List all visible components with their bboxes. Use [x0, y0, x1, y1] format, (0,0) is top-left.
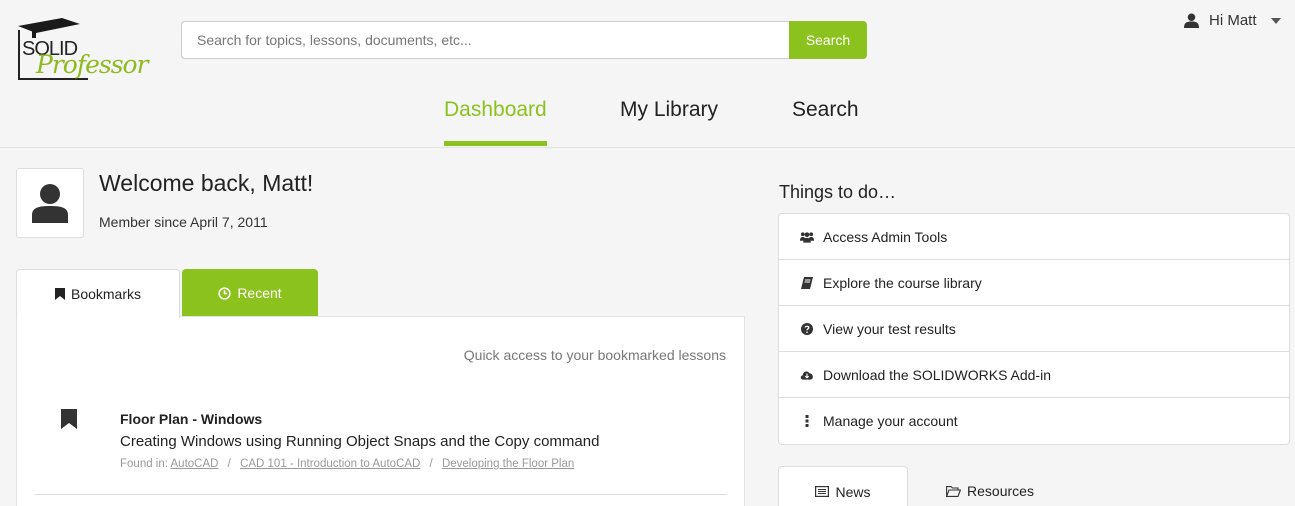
bookmark-title[interactable]: Floor Plan - Windows	[120, 411, 262, 427]
todo-access-admin-tools[interactable]: Access Admin Tools	[779, 214, 1289, 260]
todo-heading: Things to do…	[779, 182, 897, 202]
member-since: Member since April 7, 2011	[99, 214, 268, 230]
tab-resources[interactable]: Resources	[920, 466, 1060, 506]
found-in-label: Found in:	[120, 458, 168, 470]
user-icon	[1184, 13, 1199, 28]
question-circle-icon	[800, 322, 814, 335]
tab-recent-label: Recent	[237, 285, 282, 301]
cloud-download-icon	[800, 369, 814, 380]
tab-news[interactable]: News	[778, 466, 908, 506]
user-menu[interactable]: Hi Matt	[1184, 12, 1281, 29]
user-silhouette-icon	[32, 184, 68, 223]
nav-my-library[interactable]: My Library	[620, 98, 718, 146]
newspaper-icon	[815, 486, 830, 497]
todo-download-addin[interactable]: Download the SOLIDWORKS Add-in	[779, 352, 1289, 398]
divider	[35, 494, 727, 495]
clock-icon	[218, 286, 231, 300]
tab-bookmarks[interactable]: Bookmarks	[16, 269, 180, 318]
vertical-ellipsis-icon	[800, 415, 814, 427]
folder-open-icon	[946, 485, 962, 497]
bookmark-breadcrumb: Found in: AutoCAD / CAD 101 - Introducti…	[120, 458, 574, 470]
todo-list: Access Admin Tools Explore the course li…	[778, 213, 1290, 445]
todo-label: Manage your account	[823, 413, 958, 429]
todo-label: Access Admin Tools	[823, 228, 948, 245]
tab-news-label: News	[835, 483, 871, 500]
breadcrumb-link-course[interactable]: CAD 101 - Introduction to AutoCAD	[240, 458, 420, 470]
todo-explore-library[interactable]: Explore the course library	[779, 260, 1289, 306]
breadcrumb-separator: /	[429, 458, 433, 470]
page-header: SOLID Professor Search Hi Matt Dashboard…	[0, 0, 1295, 148]
breadcrumb-link-chapter[interactable]: Developing the Floor Plan	[442, 458, 574, 470]
users-icon	[800, 231, 814, 243]
main-nav: Dashboard My Library Search	[0, 96, 1295, 148]
todo-label: Explore the course library	[823, 274, 982, 291]
breadcrumb-link-autocad[interactable]: AutoCAD	[171, 458, 219, 470]
breadcrumb-separator: /	[227, 458, 231, 470]
search-bar: Search	[181, 21, 867, 59]
bookmark-icon[interactable]	[61, 409, 77, 429]
todo-label: Download the SOLIDWORKS Add-in	[823, 366, 1051, 383]
tab-resources-label: Resources	[967, 483, 1034, 499]
welcome-heading: Welcome back, Matt!	[99, 170, 314, 196]
search-button[interactable]: Search	[789, 21, 867, 59]
logo-text-professor: Professor	[36, 50, 149, 79]
avatar	[16, 168, 84, 238]
book-icon	[800, 276, 814, 289]
tab-recent[interactable]: Recent	[182, 269, 318, 317]
search-input[interactable]	[181, 21, 789, 59]
bookmark-description: Creating Windows using Running Object Sn…	[120, 433, 600, 450]
todo-manage-account[interactable]: Manage your account	[779, 398, 1289, 444]
tab-bookmarks-label: Bookmarks	[70, 286, 142, 302]
todo-label: View your test results	[823, 320, 956, 337]
user-greeting: Hi Matt	[1209, 12, 1257, 29]
chevron-down-icon	[1270, 17, 1281, 24]
todo-view-test-results[interactable]: View your test results	[779, 306, 1289, 352]
bookmarks-panel: Quick access to your bookmarked lessons …	[16, 316, 745, 506]
nav-dashboard[interactable]: Dashboard	[444, 98, 547, 146]
bookmark-icon	[54, 288, 65, 300]
nav-search[interactable]: Search	[792, 98, 859, 146]
solid-professor-logo[interactable]: SOLID Professor	[14, 10, 164, 85]
bookmarks-intro: Quick access to your bookmarked lessons	[463, 347, 726, 363]
